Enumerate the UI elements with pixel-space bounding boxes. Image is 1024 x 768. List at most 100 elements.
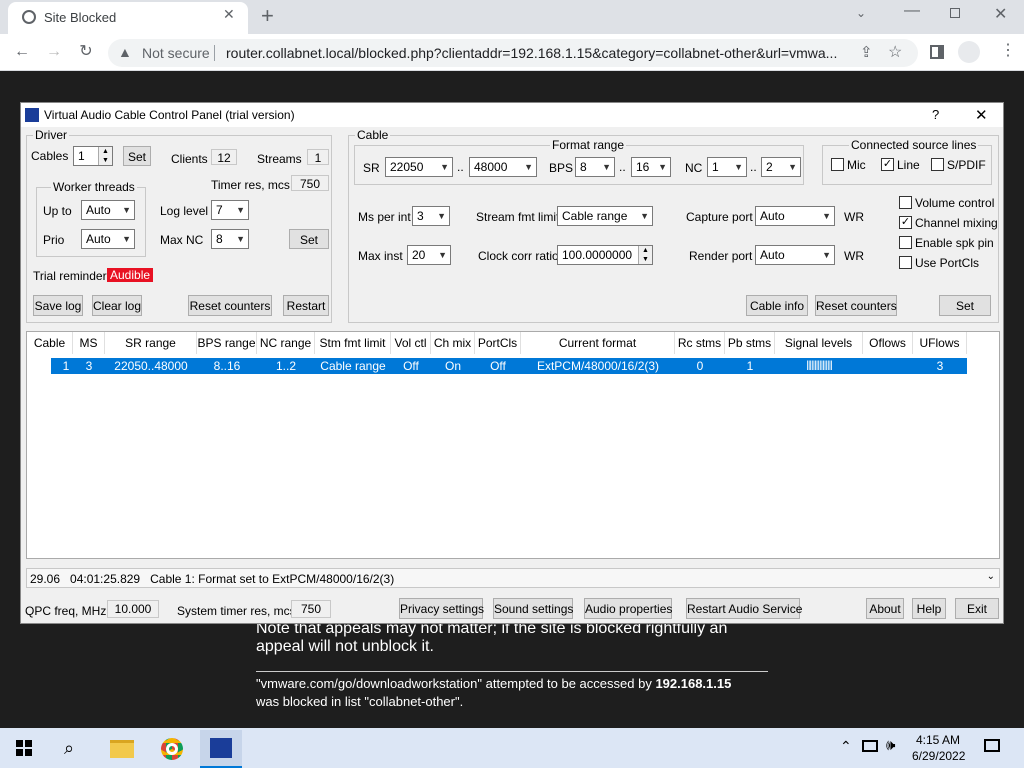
driver-reset-counters-button[interactable]: Reset counters [188, 295, 272, 316]
upto-select[interactable]: Auto ▼ [81, 200, 135, 220]
volume-icon[interactable]: 🕪 [886, 737, 895, 754]
vac-taskbar-icon[interactable] [200, 730, 242, 768]
prio-select[interactable]: Auto ▼ [81, 229, 135, 249]
col-oflows[interactable]: Oflows [863, 332, 913, 354]
log-combobox[interactable]: 29.06 04:01:25.829 Cable 1: Format set t… [26, 568, 1000, 588]
table-header: Cable MS SR range BPS range NC range Stm… [27, 332, 999, 354]
chevron-down-icon: ▼ [236, 234, 245, 244]
sr-max-select[interactable]: 48000 ▼ [469, 157, 537, 177]
bps-max-select[interactable]: 16 ▼ [631, 157, 671, 177]
menu-dots-icon[interactable]: ⋮ [1000, 40, 1016, 60]
clock-corr-field[interactable]: 100.0000000 ▲ ▼ [557, 245, 653, 265]
spin-arrows-icon[interactable]: ▲ ▼ [638, 246, 652, 264]
reload-icon[interactable]: ↻ [74, 38, 98, 66]
tab-close-icon[interactable]: ✕ [223, 6, 235, 23]
line-checkbox[interactable]: ✓ [881, 158, 894, 171]
mic-checkbox[interactable] [831, 158, 844, 171]
save-log-button[interactable]: Save log [33, 295, 83, 316]
enable-spk-pin-checkbox[interactable] [899, 236, 912, 249]
stream-fmt-limit-select[interactable]: Cable range ▼ [557, 206, 653, 226]
sidepanel-icon[interactable] [930, 45, 944, 59]
restart-button[interactable]: Restart [283, 295, 329, 316]
chevron-down-icon: ▼ [236, 205, 245, 215]
chevron-up-icon[interactable]: ⌃ [840, 738, 852, 755]
clear-log-button[interactable]: Clear log [92, 295, 142, 316]
help-button[interactable]: Help [912, 598, 946, 619]
audio-properties-button[interactable]: Audio properties [584, 598, 672, 619]
col-ch-mix[interactable]: Ch mix [431, 332, 475, 354]
new-tab-icon[interactable]: + [261, 3, 274, 29]
chevron-down-icon[interactable]: ⌄ [987, 571, 995, 582]
chrome-icon[interactable] [161, 738, 183, 760]
help-icon[interactable]: ? [932, 107, 939, 122]
col-pb-stms[interactable]: Pb stms [725, 332, 775, 354]
url-text[interactable]: router.collabnet.local/blocked.php?clien… [226, 45, 846, 61]
log-level-label: Log level [160, 204, 209, 218]
capture-wr-label: WR [844, 210, 864, 224]
col-bps-range[interactable]: BPS range [197, 332, 257, 354]
restore-icon[interactable] [950, 8, 960, 18]
col-portcls[interactable]: PortCls [475, 332, 521, 354]
cable-reset-counters-button[interactable]: Reset counters [815, 295, 897, 316]
col-vol-ctl[interactable]: Vol ctl [391, 332, 431, 354]
clock-date[interactable]: 6/29/2022 [912, 749, 965, 763]
file-explorer-icon[interactable] [110, 740, 134, 758]
cables-set-button[interactable]: Set [123, 146, 151, 166]
ms-per-int-select[interactable]: 3 ▼ [412, 206, 450, 226]
col-current-format[interactable]: Current format [521, 332, 675, 354]
volume-control-checkbox[interactable] [899, 196, 912, 209]
col-rc-stms[interactable]: Rc stms [675, 332, 725, 354]
col-signal-levels[interactable]: Signal levels [775, 332, 863, 354]
minimize-icon[interactable]: — [904, 2, 920, 20]
about-button[interactable]: About [866, 598, 904, 619]
dialog-close-icon[interactable]: ✕ [975, 106, 988, 124]
spdif-checkbox[interactable] [931, 158, 944, 171]
max-nc-select[interactable]: 8 ▼ [211, 229, 249, 249]
profile-avatar-icon[interactable] [958, 41, 980, 63]
use-portcls-checkbox[interactable] [899, 256, 912, 269]
exit-button[interactable]: Exit [955, 598, 999, 619]
url-divider [214, 45, 215, 61]
col-cable[interactable]: Cable [27, 332, 73, 354]
col-ms[interactable]: MS [73, 332, 105, 354]
table-row[interactable]: 1 3 22050..48000 8..16 1..2 Cable range … [51, 358, 967, 374]
maxnc-set-button[interactable]: Set [289, 229, 329, 249]
cable-info-button[interactable]: Cable info [746, 295, 808, 316]
col-nc-range[interactable]: NC range [257, 332, 315, 354]
sr-min-select[interactable]: 22050 ▼ [385, 157, 453, 177]
address-bar[interactable]: ▲ Not secure router.collabnet.local/bloc… [108, 39, 918, 67]
nc-min-select[interactable]: 1 ▼ [707, 157, 747, 177]
channel-mixing-checkbox[interactable]: ✓ [899, 216, 912, 229]
col-stm-fmt-limit[interactable]: Stm fmt limit [315, 332, 391, 354]
privacy-settings-button[interactable]: Privacy settings [399, 598, 484, 619]
cable-set-button[interactable]: Set [939, 295, 991, 316]
max-inst-select[interactable]: 20 ▼ [407, 245, 451, 265]
cables-stepper[interactable]: 1 ▲ ▼ [73, 146, 113, 166]
spin-arrows-icon[interactable]: ▲ ▼ [98, 147, 112, 165]
clock-time[interactable]: 4:15 AM [916, 733, 960, 747]
render-port-select[interactable]: Auto ▼ [755, 245, 835, 265]
nc-max-select[interactable]: 2 ▼ [761, 157, 801, 177]
sound-settings-button[interactable]: Sound settings [493, 598, 573, 619]
bookmark-star-icon[interactable]: ☆ [888, 42, 902, 62]
notification-icon[interactable] [984, 739, 1000, 752]
cell-ch-mix: On [444, 359, 461, 373]
window-close-icon[interactable]: ✕ [994, 4, 1007, 24]
col-uflows[interactable]: UFlows [913, 332, 967, 354]
trial-reminder-badge[interactable]: Audible [107, 268, 154, 282]
tab-list-icon[interactable]: ⌄ [856, 6, 866, 20]
search-icon[interactable]: ⌕ [64, 738, 74, 759]
col-sr-range[interactable]: SR range [105, 332, 197, 354]
log-level-select[interactable]: 7 ▼ [211, 200, 249, 220]
cell-portcls: Off [490, 359, 506, 373]
share-icon[interactable]: ⇪ [860, 43, 873, 61]
browser-tab[interactable]: Site Blocked ✕ [8, 2, 248, 34]
capture-port-select[interactable]: Auto ▼ [755, 206, 835, 226]
back-icon[interactable]: ← [10, 38, 34, 66]
forward-icon[interactable]: → [42, 38, 66, 66]
network-icon[interactable] [862, 740, 878, 752]
bps-min-select[interactable]: 8 ▼ [575, 157, 615, 177]
windows-start-icon[interactable] [16, 740, 32, 756]
restart-audio-service-button[interactable]: Restart Audio Service [686, 598, 802, 619]
cable-table[interactable]: Cable MS SR range BPS range NC range Stm… [26, 331, 1000, 559]
